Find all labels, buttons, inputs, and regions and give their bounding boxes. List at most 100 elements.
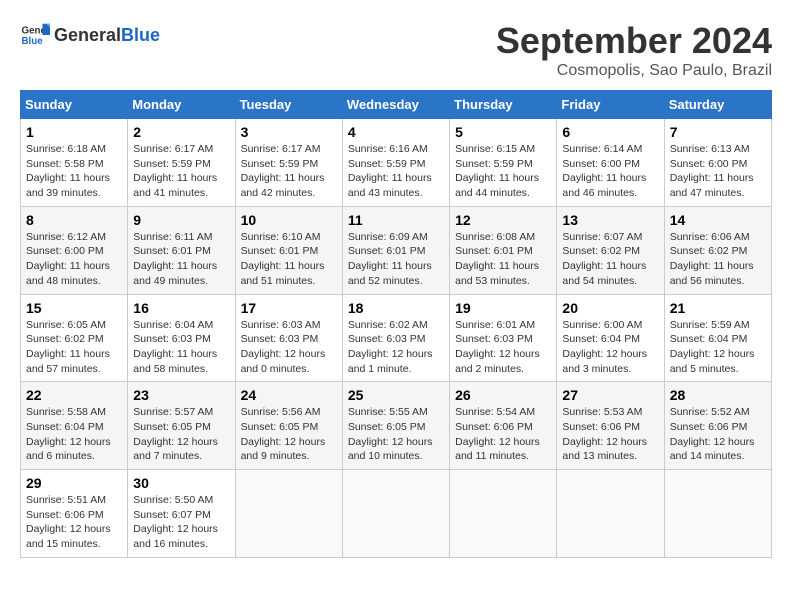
day-info: Sunrise: 6:01 AM Sunset: 6:03 PM Dayligh… [455, 318, 551, 377]
day-info: Sunrise: 6:16 AM Sunset: 5:59 PM Dayligh… [348, 142, 444, 201]
day-info: Sunrise: 5:54 AM Sunset: 6:06 PM Dayligh… [455, 405, 551, 464]
table-cell: 28 Sunrise: 5:52 AM Sunset: 6:06 PM Dayl… [664, 382, 771, 470]
table-cell: 17 Sunrise: 6:03 AM Sunset: 6:03 PM Dayl… [235, 294, 342, 382]
day-number: 6 [562, 124, 658, 140]
day-info: Sunrise: 5:59 AM Sunset: 6:04 PM Dayligh… [670, 318, 766, 377]
table-cell: 30 Sunrise: 5:50 AM Sunset: 6:07 PM Dayl… [128, 470, 235, 558]
day-number: 26 [455, 387, 551, 403]
day-number: 10 [241, 212, 337, 228]
day-info: Sunrise: 6:10 AM Sunset: 6:01 PM Dayligh… [241, 230, 337, 289]
table-cell: 12 Sunrise: 6:08 AM Sunset: 6:01 PM Dayl… [450, 206, 557, 294]
table-cell [342, 470, 449, 558]
table-cell: 11 Sunrise: 6:09 AM Sunset: 6:01 PM Dayl… [342, 206, 449, 294]
table-cell: 21 Sunrise: 5:59 AM Sunset: 6:04 PM Dayl… [664, 294, 771, 382]
col-monday: Monday [128, 91, 235, 119]
day-number: 27 [562, 387, 658, 403]
table-cell: 24 Sunrise: 5:56 AM Sunset: 6:05 PM Dayl… [235, 382, 342, 470]
day-info: Sunrise: 5:52 AM Sunset: 6:06 PM Dayligh… [670, 405, 766, 464]
logo-icon: General Blue [20, 20, 50, 50]
table-cell [664, 470, 771, 558]
table-cell [450, 470, 557, 558]
day-info: Sunrise: 6:06 AM Sunset: 6:02 PM Dayligh… [670, 230, 766, 289]
table-cell [235, 470, 342, 558]
col-saturday: Saturday [664, 91, 771, 119]
day-number: 30 [133, 475, 229, 491]
day-number: 3 [241, 124, 337, 140]
day-info: Sunrise: 6:04 AM Sunset: 6:03 PM Dayligh… [133, 318, 229, 377]
calendar-row: 1 Sunrise: 6:18 AM Sunset: 5:58 PM Dayli… [21, 119, 772, 207]
day-number: 1 [26, 124, 122, 140]
svg-text:Blue: Blue [22, 36, 44, 47]
logo-general-text: General [54, 25, 121, 46]
table-cell: 6 Sunrise: 6:14 AM Sunset: 6:00 PM Dayli… [557, 119, 664, 207]
day-info: Sunrise: 5:51 AM Sunset: 6:06 PM Dayligh… [26, 493, 122, 552]
table-cell: 19 Sunrise: 6:01 AM Sunset: 6:03 PM Dayl… [450, 294, 557, 382]
table-cell: 23 Sunrise: 5:57 AM Sunset: 6:05 PM Dayl… [128, 382, 235, 470]
day-number: 18 [348, 300, 444, 316]
day-info: Sunrise: 6:11 AM Sunset: 6:01 PM Dayligh… [133, 230, 229, 289]
day-info: Sunrise: 5:58 AM Sunset: 6:04 PM Dayligh… [26, 405, 122, 464]
day-info: Sunrise: 6:00 AM Sunset: 6:04 PM Dayligh… [562, 318, 658, 377]
logo-blue-text: Blue [121, 25, 160, 46]
day-info: Sunrise: 6:07 AM Sunset: 6:02 PM Dayligh… [562, 230, 658, 289]
table-cell: 14 Sunrise: 6:06 AM Sunset: 6:02 PM Dayl… [664, 206, 771, 294]
day-info: Sunrise: 5:50 AM Sunset: 6:07 PM Dayligh… [133, 493, 229, 552]
location-title: Cosmopolis, Sao Paulo, Brazil [496, 62, 772, 80]
col-tuesday: Tuesday [235, 91, 342, 119]
day-info: Sunrise: 6:14 AM Sunset: 6:00 PM Dayligh… [562, 142, 658, 201]
calendar-table: Sunday Monday Tuesday Wednesday Thursday… [20, 90, 772, 558]
day-info: Sunrise: 5:55 AM Sunset: 6:05 PM Dayligh… [348, 405, 444, 464]
table-cell: 2 Sunrise: 6:17 AM Sunset: 5:59 PM Dayli… [128, 119, 235, 207]
day-number: 2 [133, 124, 229, 140]
col-friday: Friday [557, 91, 664, 119]
month-title: September 2024 [496, 20, 772, 62]
day-number: 21 [670, 300, 766, 316]
calendar-row: 22 Sunrise: 5:58 AM Sunset: 6:04 PM Dayl… [21, 382, 772, 470]
table-cell: 15 Sunrise: 6:05 AM Sunset: 6:02 PM Dayl… [21, 294, 128, 382]
day-info: Sunrise: 6:17 AM Sunset: 5:59 PM Dayligh… [133, 142, 229, 201]
col-wednesday: Wednesday [342, 91, 449, 119]
day-info: Sunrise: 5:56 AM Sunset: 6:05 PM Dayligh… [241, 405, 337, 464]
day-info: Sunrise: 6:13 AM Sunset: 6:00 PM Dayligh… [670, 142, 766, 201]
day-info: Sunrise: 5:57 AM Sunset: 6:05 PM Dayligh… [133, 405, 229, 464]
day-number: 4 [348, 124, 444, 140]
table-cell: 10 Sunrise: 6:10 AM Sunset: 6:01 PM Dayl… [235, 206, 342, 294]
calendar-row: 8 Sunrise: 6:12 AM Sunset: 6:00 PM Dayli… [21, 206, 772, 294]
title-block: September 2024 Cosmopolis, Sao Paulo, Br… [496, 20, 772, 80]
day-number: 22 [26, 387, 122, 403]
day-info: Sunrise: 6:02 AM Sunset: 6:03 PM Dayligh… [348, 318, 444, 377]
day-info: Sunrise: 6:15 AM Sunset: 5:59 PM Dayligh… [455, 142, 551, 201]
table-cell: 27 Sunrise: 5:53 AM Sunset: 6:06 PM Dayl… [557, 382, 664, 470]
day-number: 7 [670, 124, 766, 140]
day-info: Sunrise: 6:12 AM Sunset: 6:00 PM Dayligh… [26, 230, 122, 289]
day-number: 8 [26, 212, 122, 228]
table-cell: 3 Sunrise: 6:17 AM Sunset: 5:59 PM Dayli… [235, 119, 342, 207]
calendar-header-row: Sunday Monday Tuesday Wednesday Thursday… [21, 91, 772, 119]
day-number: 25 [348, 387, 444, 403]
table-cell: 29 Sunrise: 5:51 AM Sunset: 6:06 PM Dayl… [21, 470, 128, 558]
day-number: 17 [241, 300, 337, 316]
day-number: 16 [133, 300, 229, 316]
calendar-row: 15 Sunrise: 6:05 AM Sunset: 6:02 PM Dayl… [21, 294, 772, 382]
day-number: 9 [133, 212, 229, 228]
table-cell: 18 Sunrise: 6:02 AM Sunset: 6:03 PM Dayl… [342, 294, 449, 382]
day-number: 5 [455, 124, 551, 140]
day-number: 24 [241, 387, 337, 403]
day-number: 28 [670, 387, 766, 403]
table-cell: 22 Sunrise: 5:58 AM Sunset: 6:04 PM Dayl… [21, 382, 128, 470]
table-cell: 20 Sunrise: 6:00 AM Sunset: 6:04 PM Dayl… [557, 294, 664, 382]
day-number: 15 [26, 300, 122, 316]
day-number: 13 [562, 212, 658, 228]
day-info: Sunrise: 6:08 AM Sunset: 6:01 PM Dayligh… [455, 230, 551, 289]
calendar-row: 29 Sunrise: 5:51 AM Sunset: 6:06 PM Dayl… [21, 470, 772, 558]
day-number: 20 [562, 300, 658, 316]
day-number: 23 [133, 387, 229, 403]
table-cell [557, 470, 664, 558]
day-number: 11 [348, 212, 444, 228]
table-cell: 8 Sunrise: 6:12 AM Sunset: 6:00 PM Dayli… [21, 206, 128, 294]
day-info: Sunrise: 6:09 AM Sunset: 6:01 PM Dayligh… [348, 230, 444, 289]
col-sunday: Sunday [21, 91, 128, 119]
table-cell: 4 Sunrise: 6:16 AM Sunset: 5:59 PM Dayli… [342, 119, 449, 207]
day-number: 19 [455, 300, 551, 316]
day-info: Sunrise: 6:03 AM Sunset: 6:03 PM Dayligh… [241, 318, 337, 377]
